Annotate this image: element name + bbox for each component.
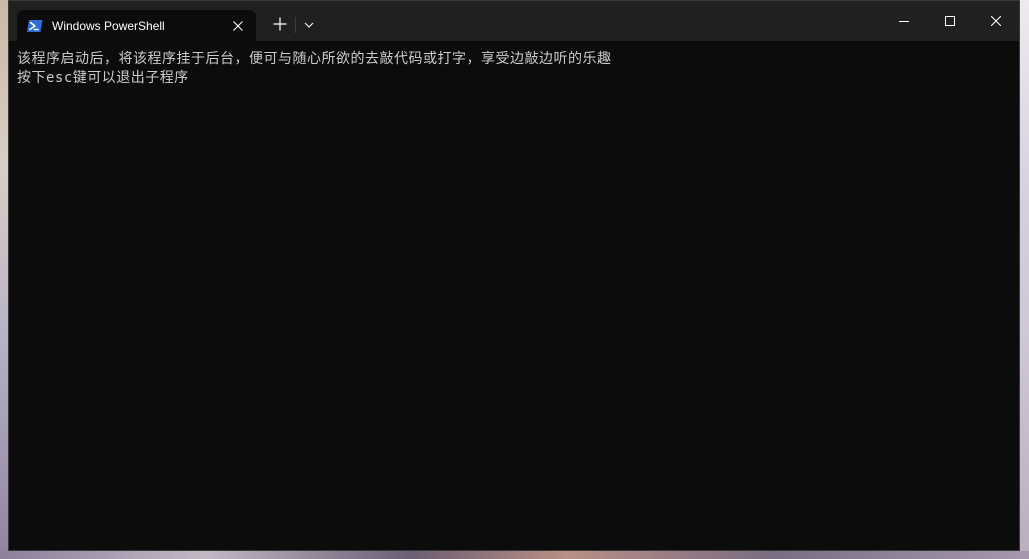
maximize-button[interactable] bbox=[927, 1, 973, 41]
tab-dropdown-button[interactable] bbox=[299, 14, 319, 36]
plus-icon bbox=[273, 17, 287, 31]
desktop: Windows PowerShell 该程序启动后，将该程序挂于后台，便可与随心… bbox=[0, 0, 1029, 559]
minimize-button[interactable] bbox=[881, 1, 927, 41]
tab-windows-powershell[interactable]: Windows PowerShell bbox=[17, 10, 256, 41]
chevron-down-icon bbox=[304, 22, 314, 28]
tab-title: Windows PowerShell bbox=[52, 18, 165, 33]
close-icon bbox=[991, 16, 1001, 26]
powershell-icon bbox=[27, 18, 43, 34]
terminal-window: Windows PowerShell 该程序启动后，将该程序挂于后台，便可与随心… bbox=[8, 0, 1020, 551]
close-tab-icon[interactable] bbox=[226, 14, 250, 38]
new-tab-button[interactable] bbox=[268, 12, 292, 36]
console-output[interactable]: 该程序启动后，将该程序挂于后台，便可与随心所欲的去敲代码或打字，享受边敲边听的乐… bbox=[9, 41, 1019, 550]
close-button[interactable] bbox=[973, 1, 1019, 41]
wallpaper bbox=[0, 551, 1029, 559]
window-controls bbox=[881, 1, 1019, 41]
wallpaper bbox=[1020, 0, 1029, 559]
minimize-icon bbox=[899, 21, 909, 22]
title-bar[interactable]: Windows PowerShell bbox=[9, 1, 1019, 41]
maximize-icon bbox=[945, 16, 955, 26]
tab-divider bbox=[295, 17, 296, 33]
wallpaper bbox=[0, 0, 8, 559]
console-line: 该程序启动后，将该程序挂于后台，便可与随心所欲的去敲代码或打字，享受边敲边听的乐… bbox=[17, 51, 612, 67]
console-line: 按下esc键可以退出子程序 bbox=[17, 70, 189, 86]
